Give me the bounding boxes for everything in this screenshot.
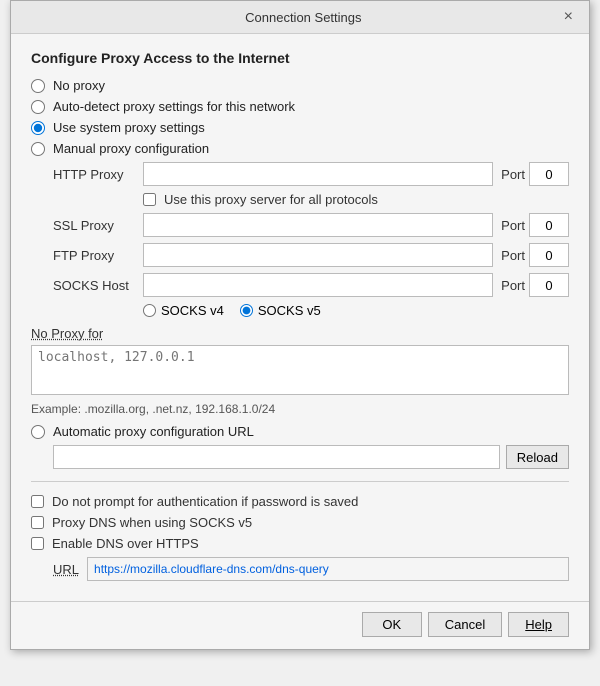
socks-v4-label: SOCKS v4 <box>161 303 224 318</box>
socks-host-input[interactable] <box>143 273 493 297</box>
manual-proxy-section: HTTP Proxy Port Use this proxy server fo… <box>53 162 569 318</box>
no-auth-prompt-checkbox[interactable] <box>31 495 44 508</box>
ok-button[interactable]: OK <box>362 612 422 637</box>
system-proxy-label: Use system proxy settings <box>53 120 205 135</box>
ftp-proxy-input[interactable] <box>143 243 493 267</box>
no-proxy-option[interactable]: No proxy <box>31 78 569 93</box>
section-title: Configure Proxy Access to the Internet <box>31 50 569 66</box>
dns-url-label: URL <box>53 562 79 577</box>
no-proxy-for-label: No Proxy for <box>31 326 569 341</box>
no-auth-prompt-row: Do not prompt for authentication if pass… <box>31 494 569 509</box>
socks-version-row: SOCKS v4 SOCKS v5 <box>143 303 569 318</box>
socks-host-label: SOCKS Host <box>53 278 143 293</box>
ftp-proxy-label: FTP Proxy <box>53 248 143 263</box>
proxy-dns-row: Proxy DNS when using SOCKS v5 <box>31 515 569 530</box>
ftp-port-label: Port <box>501 248 525 263</box>
reload-button[interactable]: Reload <box>506 445 569 469</box>
use-for-all-label: Use this proxy server for all protocols <box>164 192 378 207</box>
dialog-title: Connection Settings <box>47 10 560 25</box>
help-button[interactable]: Help <box>508 612 569 637</box>
use-for-all-row: Use this proxy server for all protocols <box>143 192 569 207</box>
use-for-all-checkbox[interactable] <box>143 193 156 206</box>
dns-url-input[interactable] <box>87 557 569 581</box>
socks-v4-radio[interactable] <box>143 304 156 317</box>
connection-settings-dialog: Connection Settings × Configure Proxy Ac… <box>10 0 590 650</box>
socks-v5-label: SOCKS v5 <box>258 303 321 318</box>
title-bar: Connection Settings × <box>11 1 589 34</box>
http-proxy-label: HTTP Proxy <box>53 167 143 182</box>
bottom-checkboxes: Do not prompt for authentication if pass… <box>31 494 569 581</box>
system-proxy-radio[interactable] <box>31 121 45 135</box>
auto-proxy-radio[interactable] <box>31 425 45 439</box>
ssl-proxy-input[interactable] <box>143 213 493 237</box>
dialog-footer: OK Cancel Help <box>11 601 589 649</box>
socks-port-label: Port <box>501 278 525 293</box>
proxy-dns-label: Proxy DNS when using SOCKS v5 <box>52 515 252 530</box>
manual-proxy-option[interactable]: Manual proxy configuration <box>31 141 569 156</box>
enable-dns-https-row: Enable DNS over HTTPS <box>31 536 569 551</box>
no-proxy-textarea[interactable] <box>31 345 569 395</box>
http-port-input[interactable] <box>529 162 569 186</box>
socks-v5-radio[interactable] <box>240 304 253 317</box>
socks-v4-option[interactable]: SOCKS v4 <box>143 303 224 318</box>
dns-url-row: URL <box>53 557 569 581</box>
ssl-proxy-label: SSL Proxy <box>53 218 143 233</box>
http-proxy-input[interactable] <box>143 162 493 186</box>
cancel-button[interactable]: Cancel <box>428 612 502 637</box>
auto-proxy-label: Automatic proxy configuration URL <box>53 424 254 439</box>
separator <box>31 481 569 482</box>
auto-proxy-url-input[interactable] <box>53 445 500 469</box>
socks-host-row: SOCKS Host Port <box>53 273 569 297</box>
auto-proxy-section: Automatic proxy configuration URL Reload <box>31 424 569 469</box>
auto-proxy-option-row: Automatic proxy configuration URL <box>31 424 569 439</box>
auto-proxy-url-row: Reload <box>53 445 569 469</box>
no-proxy-label: No proxy <box>53 78 105 93</box>
ssl-port-label: Port <box>501 218 525 233</box>
manual-proxy-radio[interactable] <box>31 142 45 156</box>
manual-proxy-label: Manual proxy configuration <box>53 141 209 156</box>
system-proxy-option[interactable]: Use system proxy settings <box>31 120 569 135</box>
no-proxy-section: No Proxy for Example: .mozilla.org, .net… <box>31 326 569 416</box>
http-port-label: Port <box>501 167 525 182</box>
auto-detect-label: Auto-detect proxy settings for this netw… <box>53 99 295 114</box>
no-proxy-radio[interactable] <box>31 79 45 93</box>
main-content: Configure Proxy Access to the Internet N… <box>11 34 589 601</box>
auto-detect-option[interactable]: Auto-detect proxy settings for this netw… <box>31 99 569 114</box>
enable-dns-https-checkbox[interactable] <box>31 537 44 550</box>
socks-port-input[interactable] <box>529 273 569 297</box>
ftp-proxy-row: FTP Proxy Port <box>53 243 569 267</box>
close-button[interactable]: × <box>560 9 577 25</box>
ssl-port-input[interactable] <box>529 213 569 237</box>
ftp-port-input[interactable] <box>529 243 569 267</box>
enable-dns-https-label: Enable DNS over HTTPS <box>52 536 199 551</box>
auto-proxy-option[interactable]: Automatic proxy configuration URL <box>31 424 254 439</box>
no-auth-prompt-label: Do not prompt for authentication if pass… <box>52 494 358 509</box>
auto-detect-radio[interactable] <box>31 100 45 114</box>
no-proxy-example: Example: .mozilla.org, .net.nz, 192.168.… <box>31 402 569 416</box>
http-proxy-row: HTTP Proxy Port <box>53 162 569 186</box>
socks-v5-option[interactable]: SOCKS v5 <box>240 303 321 318</box>
proxy-radio-group: No proxy Auto-detect proxy settings for … <box>31 78 569 156</box>
ssl-proxy-row: SSL Proxy Port <box>53 213 569 237</box>
proxy-dns-checkbox[interactable] <box>31 516 44 529</box>
